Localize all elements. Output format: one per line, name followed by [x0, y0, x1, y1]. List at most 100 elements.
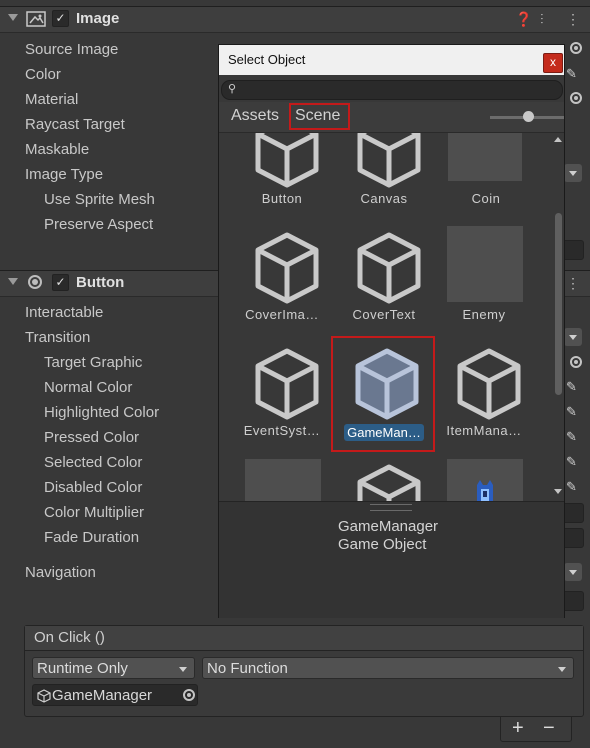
object-grid: Button Canvas Coin CoverIma… CoverText E…: [219, 133, 552, 501]
resize-grip[interactable]: [370, 504, 412, 511]
image-enabled-checkbox[interactable]: ✓: [52, 10, 69, 27]
image-component-header[interactable]: ✓ Image ❓ ⫶ ⋮: [0, 6, 590, 33]
prop-raycast-target: Raycast Target: [25, 116, 125, 133]
gameobject-cube-icon: [37, 689, 51, 703]
prop-maskable: Maskable: [25, 141, 90, 158]
visualize-button[interactable]: [562, 591, 584, 611]
object-picker-button[interactable]: [183, 689, 195, 701]
grid-item-coverimage[interactable]: CoverIma…: [232, 223, 332, 333]
tab-assets[interactable]: Assets: [231, 107, 279, 125]
image-component-title: Image: [76, 10, 120, 27]
select-object-window: Select Object x ⚲ Assets Scene Button Ca…: [218, 44, 565, 618]
kebab-menu-icon[interactable]: ⋮: [566, 11, 580, 28]
on-click-header: On Click (): [25, 626, 583, 651]
prop-pressed-color: Pressed Color: [44, 429, 140, 446]
preview-pane: GameManager Game Object: [219, 501, 564, 618]
gameobject-cube-icon: [457, 348, 521, 420]
foldout-arrow-icon[interactable]: [8, 278, 18, 285]
kebab-menu-icon[interactable]: ⋮: [566, 275, 580, 292]
image-type-dropdown-arrow[interactable]: [564, 164, 582, 182]
eyedropper-icon[interactable]: ✎: [566, 379, 582, 395]
picker-title-bar[interactable]: Select Object x: [219, 45, 564, 75]
prop-transition: Transition: [25, 329, 91, 346]
on-click-title: On Click (): [34, 629, 105, 646]
prop-image-type: Image Type: [25, 166, 104, 183]
object-picker-button[interactable]: [570, 92, 582, 104]
grid-item-eventsystem[interactable]: EventSyst…: [232, 339, 332, 449]
scroll-up-arrow-icon[interactable]: [554, 137, 562, 142]
function-dropdown[interactable]: No Function: [202, 657, 574, 679]
color-multiplier-field[interactable]: [562, 503, 584, 523]
grid-item-button[interactable]: Button: [232, 133, 332, 217]
eyedropper-icon[interactable]: ✎: [566, 454, 582, 470]
eyedropper-icon[interactable]: ✎: [566, 479, 582, 495]
grid-item-canvas[interactable]: Canvas: [334, 133, 434, 217]
button-component-title: Button: [76, 274, 125, 291]
object-picker-button[interactable]: [570, 42, 582, 54]
grid-scrollbar[interactable]: [552, 133, 564, 501]
grid-item-label: Canvas: [360, 191, 408, 206]
chevron-down-icon: [179, 667, 187, 672]
grid-item-itemmanager[interactable]: ItemMana…: [434, 339, 534, 449]
grid-item-coin[interactable]: Coin: [436, 133, 536, 217]
remove-listener-button[interactable]: −: [543, 717, 555, 740]
fade-duration-field[interactable]: [562, 528, 584, 548]
help-icon[interactable]: ❓: [515, 11, 532, 28]
picker-title: Select Object: [228, 52, 306, 67]
sprite-thumbnail: [448, 133, 522, 181]
prop-highlighted-color: Highlighted Color: [44, 404, 160, 421]
foldout-arrow-icon[interactable]: [8, 14, 18, 21]
eyedropper-icon[interactable]: ✎: [566, 429, 582, 445]
prop-color-multiplier: Color Multiplier: [44, 504, 145, 521]
grid-item-unnamed[interactable]: [334, 455, 434, 501]
eyedropper-icon[interactable]: ✎: [566, 404, 582, 420]
prop-navigation: Navigation: [25, 564, 96, 581]
set-native-size-button[interactable]: [562, 240, 584, 260]
picker-tabs: Assets Scene: [219, 102, 564, 133]
close-button[interactable]: x: [543, 53, 563, 73]
prop-fade-duration: Fade Duration: [44, 529, 140, 546]
grid-item-enemy[interactable]: Enemy: [434, 223, 534, 333]
sprite-thumbnail: [447, 226, 523, 302]
gameobject-cube-icon: [255, 133, 319, 188]
button-enabled-checkbox[interactable]: ✓: [52, 274, 69, 291]
gameobject-cube-icon: [357, 464, 421, 501]
object-picker-button[interactable]: [570, 356, 582, 368]
prop-color: Color: [25, 66, 61, 83]
search-icon: ⚲: [228, 83, 237, 95]
grid-item-label: Coin: [471, 191, 501, 206]
sprite-thumbnail: [245, 459, 321, 501]
add-listener-button[interactable]: +: [512, 717, 524, 740]
prop-preserve-aspect: Preserve Aspect: [44, 216, 154, 233]
selection-highlight-box: [331, 336, 435, 452]
grid-item-unnamed[interactable]: [232, 455, 332, 501]
icon-size-slider-handle[interactable]: [523, 111, 534, 122]
chevron-down-icon: [558, 667, 566, 672]
eyedropper-icon[interactable]: ✎: [566, 66, 582, 82]
grid-item-label: Button: [261, 191, 303, 206]
event-add-remove: + −: [500, 716, 572, 742]
sprite-thumbnail: [447, 459, 523, 501]
preset-icon[interactable]: ⫶: [540, 11, 544, 28]
prop-source-image: Source Image: [25, 41, 119, 58]
scroll-down-arrow-icon[interactable]: [554, 489, 562, 494]
preview-object-type: Game Object: [338, 536, 427, 553]
function-dropdown-value: No Function: [207, 660, 288, 677]
character-sprite-icon: [477, 480, 493, 501]
target-object-field[interactable]: GameManager: [32, 684, 198, 706]
target-object-value: GameManager: [52, 687, 153, 704]
transition-dropdown-arrow[interactable]: [564, 328, 582, 346]
gameobject-cube-icon: [255, 348, 319, 420]
prop-selected-color: Selected Color: [44, 454, 143, 471]
grid-item-label: Enemy: [462, 307, 506, 322]
search-input[interactable]: ⚲: [221, 80, 563, 100]
scrollbar-thumb[interactable]: [555, 213, 562, 395]
navigation-dropdown-arrow[interactable]: [564, 563, 582, 581]
gameobject-cube-icon: [255, 232, 319, 304]
runtime-dropdown[interactable]: Runtime Only: [32, 657, 195, 679]
grid-item-covertext[interactable]: CoverText: [334, 223, 434, 333]
grid-item-unnamed[interactable]: [434, 455, 534, 501]
tab-scene-highlight: [289, 103, 350, 130]
prop-disabled-color: Disabled Color: [44, 479, 143, 496]
grid-item-label: ItemMana…: [446, 423, 522, 438]
